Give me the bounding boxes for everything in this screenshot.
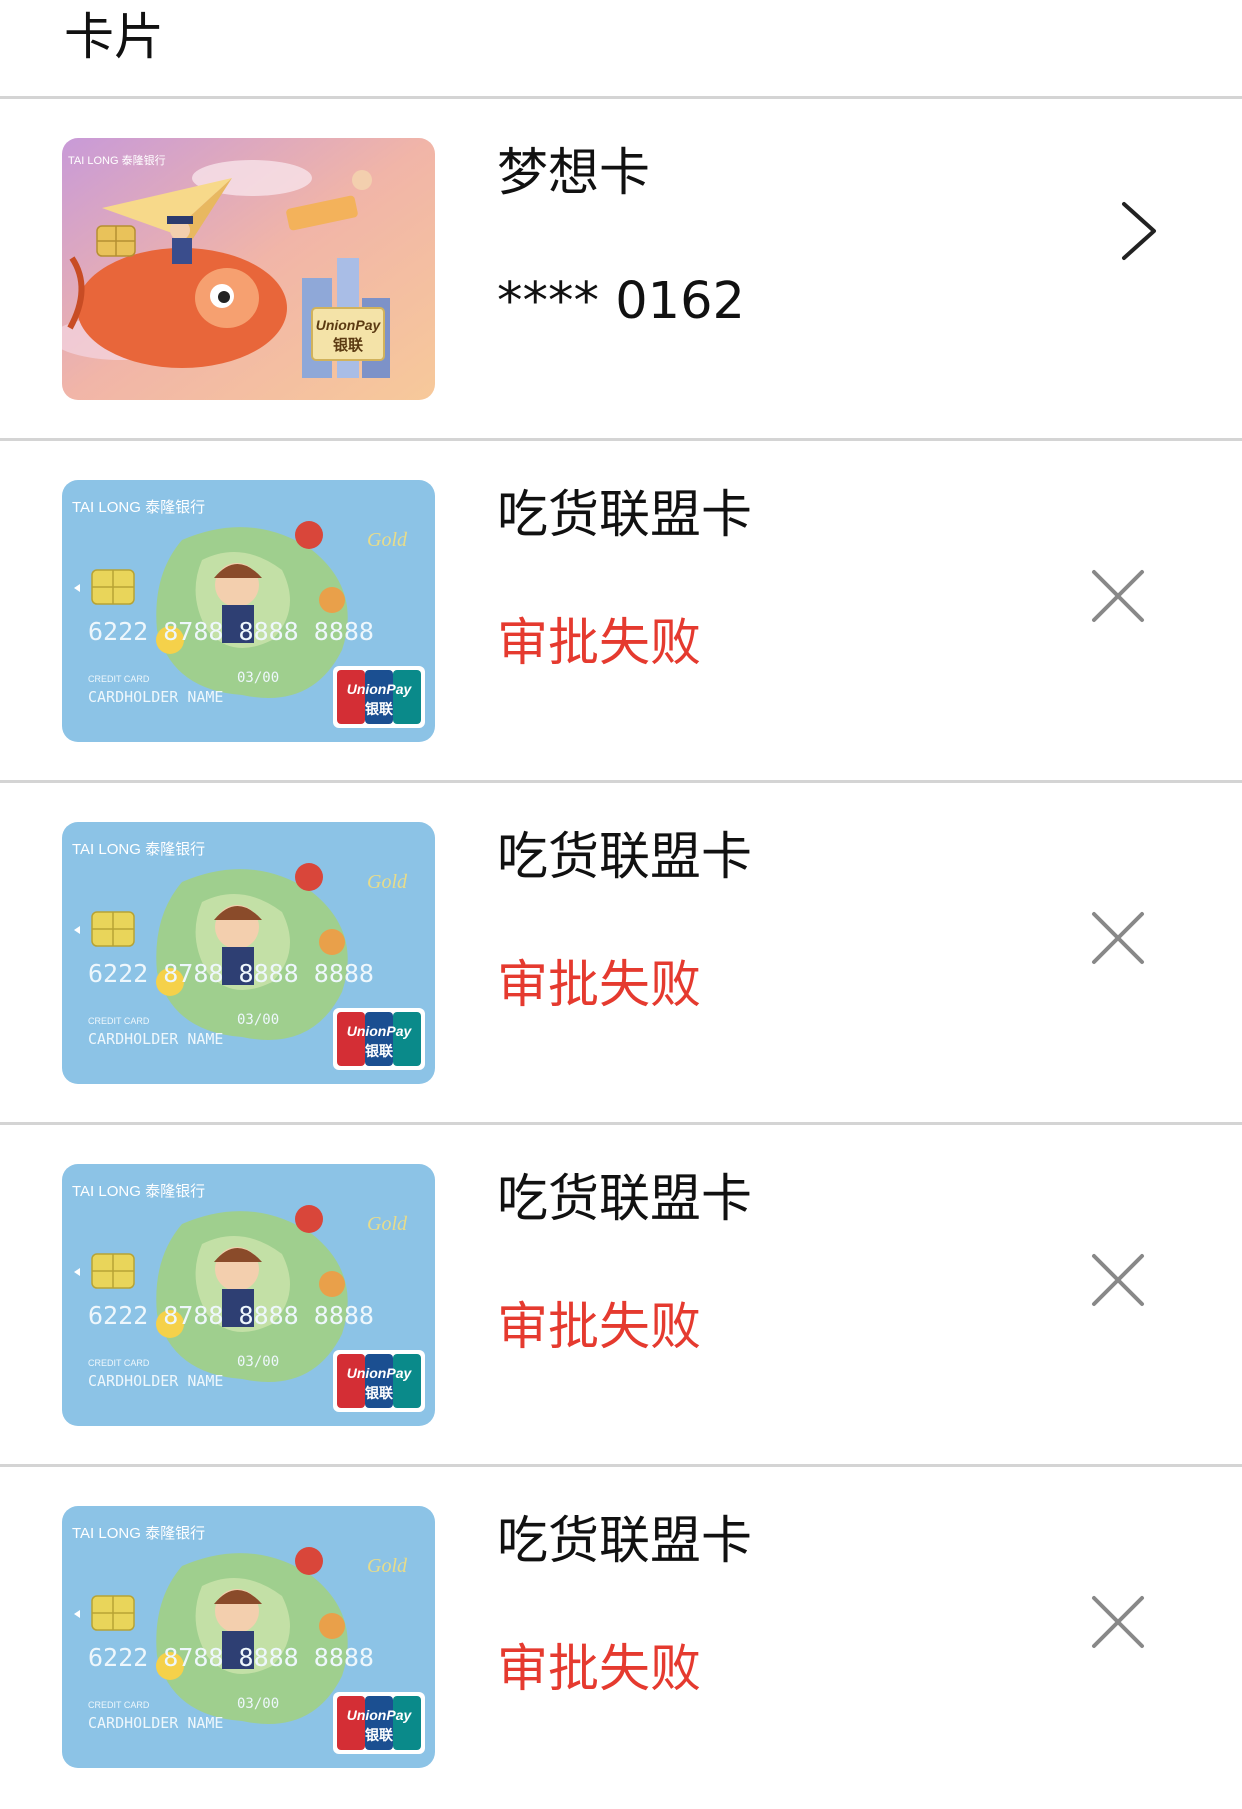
card-name: 吃货联盟卡 bbox=[497, 1512, 753, 1571]
bank-logo-text: TAI LONG 泰隆银行 bbox=[72, 1183, 205, 1200]
card-list-item[interactable]: TAI LONG 泰隆银行 Gold 6222 8788 8888 8888 C… bbox=[0, 441, 1242, 783]
svg-text:03/00: 03/00 bbox=[237, 1012, 279, 1028]
close-icon[interactable] bbox=[1078, 898, 1158, 978]
card-number-masked: **** 0162 bbox=[497, 272, 746, 331]
card-image: TAI LONG 泰隆银行 Gold 6222 8788 8888 8888 C… bbox=[62, 1164, 435, 1426]
svg-text:03/00: 03/00 bbox=[237, 1354, 279, 1370]
page-header: 卡片 bbox=[0, 0, 1242, 99]
svg-text:UnionPay: UnionPay bbox=[347, 681, 413, 697]
close-icon[interactable] bbox=[1078, 556, 1158, 636]
status-text: 审批失败 bbox=[497, 1640, 702, 1699]
svg-text:CARDHOLDER NAME: CARDHOLDER NAME bbox=[88, 1714, 223, 1732]
bank-logo-text: TAI LONG 泰隆银行 bbox=[72, 841, 205, 858]
svg-text:CREDIT CARD: CREDIT CARD bbox=[88, 1700, 150, 1710]
svg-text:UnionPay: UnionPay bbox=[316, 317, 382, 333]
card-name: 梦想卡 bbox=[497, 144, 651, 203]
close-icon[interactable] bbox=[1078, 1582, 1158, 1662]
svg-text:银联: 银联 bbox=[365, 1043, 394, 1060]
svg-text:UnionPay: UnionPay bbox=[347, 1707, 413, 1723]
card-list-item[interactable]: TAI LONG 泰隆银行 Gold 6222 8788 8888 8888 C… bbox=[0, 1467, 1242, 1809]
status-text: 审批失败 bbox=[497, 614, 702, 673]
svg-text:03/00: 03/00 bbox=[237, 1696, 279, 1712]
status-text: 审批失败 bbox=[497, 956, 702, 1015]
card-list-item[interactable]: TAI LONG 泰隆银行 Gold 6222 8788 8888 8888 C… bbox=[0, 783, 1242, 1125]
card-image: TAI LONG 泰隆银行 UnionPay 银联 bbox=[62, 138, 435, 400]
svg-text:Gold: Gold bbox=[367, 871, 408, 893]
chevron-right-icon[interactable] bbox=[1086, 190, 1166, 270]
svg-text:Gold: Gold bbox=[367, 1555, 408, 1577]
card-number-text: 6222 8788 8888 8888 bbox=[88, 617, 374, 646]
card-number-text: 6222 8788 8888 8888 bbox=[88, 1301, 374, 1330]
status-text: 审批失败 bbox=[497, 1298, 702, 1357]
svg-text:银联: 银联 bbox=[365, 1385, 394, 1402]
svg-text:银联: 银联 bbox=[333, 336, 364, 354]
card-number-text: 6222 8788 8888 8888 bbox=[88, 959, 374, 988]
card-image: TAI LONG 泰隆银行 Gold 6222 8788 8888 8888 C… bbox=[62, 480, 435, 742]
svg-text:Gold: Gold bbox=[367, 1213, 408, 1235]
svg-text:CREDIT CARD: CREDIT CARD bbox=[88, 1358, 150, 1368]
close-icon[interactable] bbox=[1078, 1240, 1158, 1320]
bank-logo-text: TAI LONG 泰隆银行 bbox=[72, 1525, 205, 1542]
card-list-item[interactable]: TAI LONG 泰隆银行 UnionPay 银联 梦想卡 **** 0162 bbox=[0, 99, 1242, 441]
svg-text:UnionPay: UnionPay bbox=[347, 1023, 413, 1039]
svg-text:CARDHOLDER NAME: CARDHOLDER NAME bbox=[88, 1372, 223, 1390]
svg-text:CARDHOLDER NAME: CARDHOLDER NAME bbox=[88, 1030, 223, 1048]
bank-logo-text: TAI LONG 泰隆银行 bbox=[72, 499, 205, 516]
card-name: 吃货联盟卡 bbox=[497, 486, 753, 545]
card-list-item[interactable]: TAI LONG 泰隆银行 Gold 6222 8788 8888 8888 C… bbox=[0, 1125, 1242, 1467]
svg-text:CREDIT CARD: CREDIT CARD bbox=[88, 1016, 150, 1026]
card-image: TAI LONG 泰隆银行 Gold 6222 8788 8888 8888 C… bbox=[62, 1506, 435, 1768]
svg-text:银联: 银联 bbox=[365, 701, 394, 718]
card-name: 吃货联盟卡 bbox=[497, 1170, 753, 1229]
bank-logo-text: TAI LONG 泰隆银行 bbox=[68, 153, 166, 167]
page-title: 卡片 bbox=[64, 8, 164, 66]
card-name: 吃货联盟卡 bbox=[497, 828, 753, 887]
svg-text:银联: 银联 bbox=[365, 1727, 394, 1744]
svg-text:CREDIT CARD: CREDIT CARD bbox=[88, 674, 150, 684]
card-image: TAI LONG 泰隆银行 Gold 6222 8788 8888 8888 C… bbox=[62, 822, 435, 1084]
svg-text:UnionPay: UnionPay bbox=[347, 1365, 413, 1381]
svg-text:CARDHOLDER NAME: CARDHOLDER NAME bbox=[88, 688, 223, 706]
svg-text:Gold: Gold bbox=[367, 529, 408, 551]
svg-text:03/00: 03/00 bbox=[237, 670, 279, 686]
card-number-text: 6222 8788 8888 8888 bbox=[88, 1643, 374, 1672]
